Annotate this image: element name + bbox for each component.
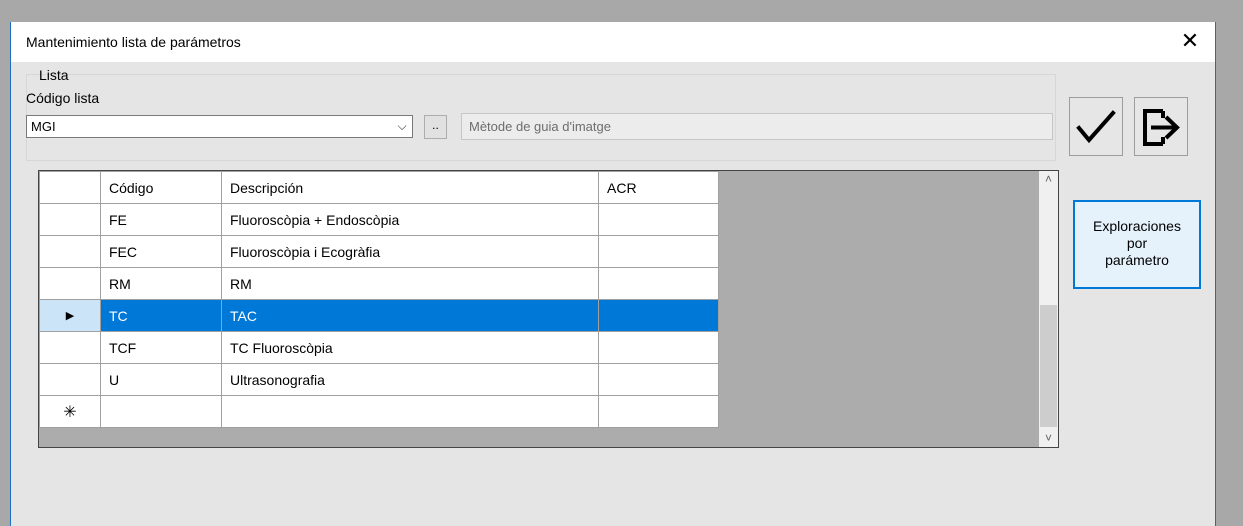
cell-acr[interactable] — [598, 235, 719, 268]
cell-descripcion[interactable]: Fluoroscòpia i Ecogràfia — [221, 235, 599, 268]
cell-codigo[interactable]: FE — [100, 203, 222, 236]
table-row-selected[interactable]: ▶ TC TAC — [39, 299, 719, 332]
table-row[interactable]: U Ultrasonografia — [39, 363, 719, 396]
column-header-descripcion[interactable]: Descripción — [221, 171, 599, 204]
close-button[interactable]: ✕ — [1177, 28, 1203, 54]
side-button-line-3: parámetro — [1105, 252, 1169, 268]
side-button-line-2: por — [1126, 235, 1148, 251]
row-header[interactable] — [39, 331, 101, 364]
cell-descripcion[interactable]: TAC — [221, 299, 599, 332]
cell-acr[interactable] — [598, 203, 719, 236]
scroll-up-icon[interactable]: ˄ — [1039, 171, 1058, 188]
row-header[interactable] — [39, 203, 101, 236]
row-header[interactable] — [39, 363, 101, 396]
exploraciones-por-parametro-button[interactable]: Exploraciones por parámetro — [1073, 200, 1201, 289]
row-header[interactable] — [39, 267, 101, 300]
lista-description-field: Mètode de guia d'imatge — [461, 113, 1053, 140]
grid-header-row: Código Descripción ACR — [39, 171, 719, 204]
table-row[interactable]: FE Fluoroscòpia + Endoscòpia — [39, 203, 719, 236]
cell-descripcion[interactable]: Fluoroscòpia + Endoscòpia — [221, 203, 599, 236]
lista-group-label: Lista — [39, 67, 69, 83]
title-bar: Mantenimiento lista de parámetros ✕ — [11, 22, 1215, 62]
cell-descripcion[interactable]: TC Fluoroscòpia — [221, 331, 599, 364]
exit-button[interactable] — [1134, 97, 1188, 156]
codigo-lista-combobox[interactable]: MGI ⌵ — [26, 115, 413, 138]
cell-descripcion[interactable]: RM — [221, 267, 599, 300]
cell-codigo[interactable]: FEC — [100, 235, 222, 268]
chevron-down-icon[interactable]: ⌵ — [392, 116, 412, 137]
new-row-asterisk-icon[interactable]: ✳ — [39, 395, 101, 428]
current-row-indicator-icon[interactable]: ▶ — [39, 299, 101, 332]
table-row[interactable]: RM RM — [39, 267, 719, 300]
codigo-lista-label: Código lista — [26, 90, 100, 106]
column-header-codigo[interactable]: Código — [100, 171, 222, 204]
cell-codigo[interactable]: U — [100, 363, 222, 396]
side-button-line-1: Exploraciones — [1093, 218, 1181, 234]
cell-acr[interactable] — [598, 331, 719, 364]
cell-descripcion[interactable] — [221, 395, 599, 428]
browse-button[interactable]: .. — [424, 115, 447, 139]
scroll-down-icon[interactable]: ˅ — [1039, 430, 1058, 447]
cell-acr[interactable] — [598, 267, 719, 300]
cell-acr[interactable] — [598, 299, 719, 332]
accept-button[interactable] — [1069, 97, 1123, 156]
table-row[interactable]: FEC Fluoroscòpia i Ecogràfia — [39, 235, 719, 268]
row-header-corner — [39, 171, 101, 204]
check-icon — [1076, 110, 1116, 144]
window-title: Mantenimiento lista de parámetros — [26, 34, 241, 50]
vertical-scrollbar[interactable]: ˄ ˅ — [1039, 171, 1058, 447]
cell-descripcion[interactable]: Ultrasonografia — [221, 363, 599, 396]
cell-codigo[interactable]: TC — [100, 299, 222, 332]
table-row-new[interactable]: ✳ — [39, 395, 719, 428]
grid-table: Código Descripción ACR FE Fluoroscòpia +… — [39, 171, 719, 428]
cell-codigo[interactable]: TCF — [100, 331, 222, 364]
row-header[interactable] — [39, 235, 101, 268]
codigo-lista-value: MGI — [31, 119, 56, 134]
dialog-window: Mantenimiento lista de parámetros ✕ List… — [10, 22, 1216, 526]
exit-icon — [1143, 109, 1180, 146]
cell-codigo[interactable]: RM — [100, 267, 222, 300]
cell-codigo[interactable] — [100, 395, 222, 428]
table-row[interactable]: TCF TC Fluoroscòpia — [39, 331, 719, 364]
cell-acr[interactable] — [598, 363, 719, 396]
parameters-grid: Código Descripción ACR FE Fluoroscòpia +… — [38, 170, 1059, 448]
cell-acr[interactable] — [598, 395, 719, 428]
scrollbar-thumb[interactable] — [1040, 305, 1057, 427]
column-header-acr[interactable]: ACR — [598, 171, 719, 204]
